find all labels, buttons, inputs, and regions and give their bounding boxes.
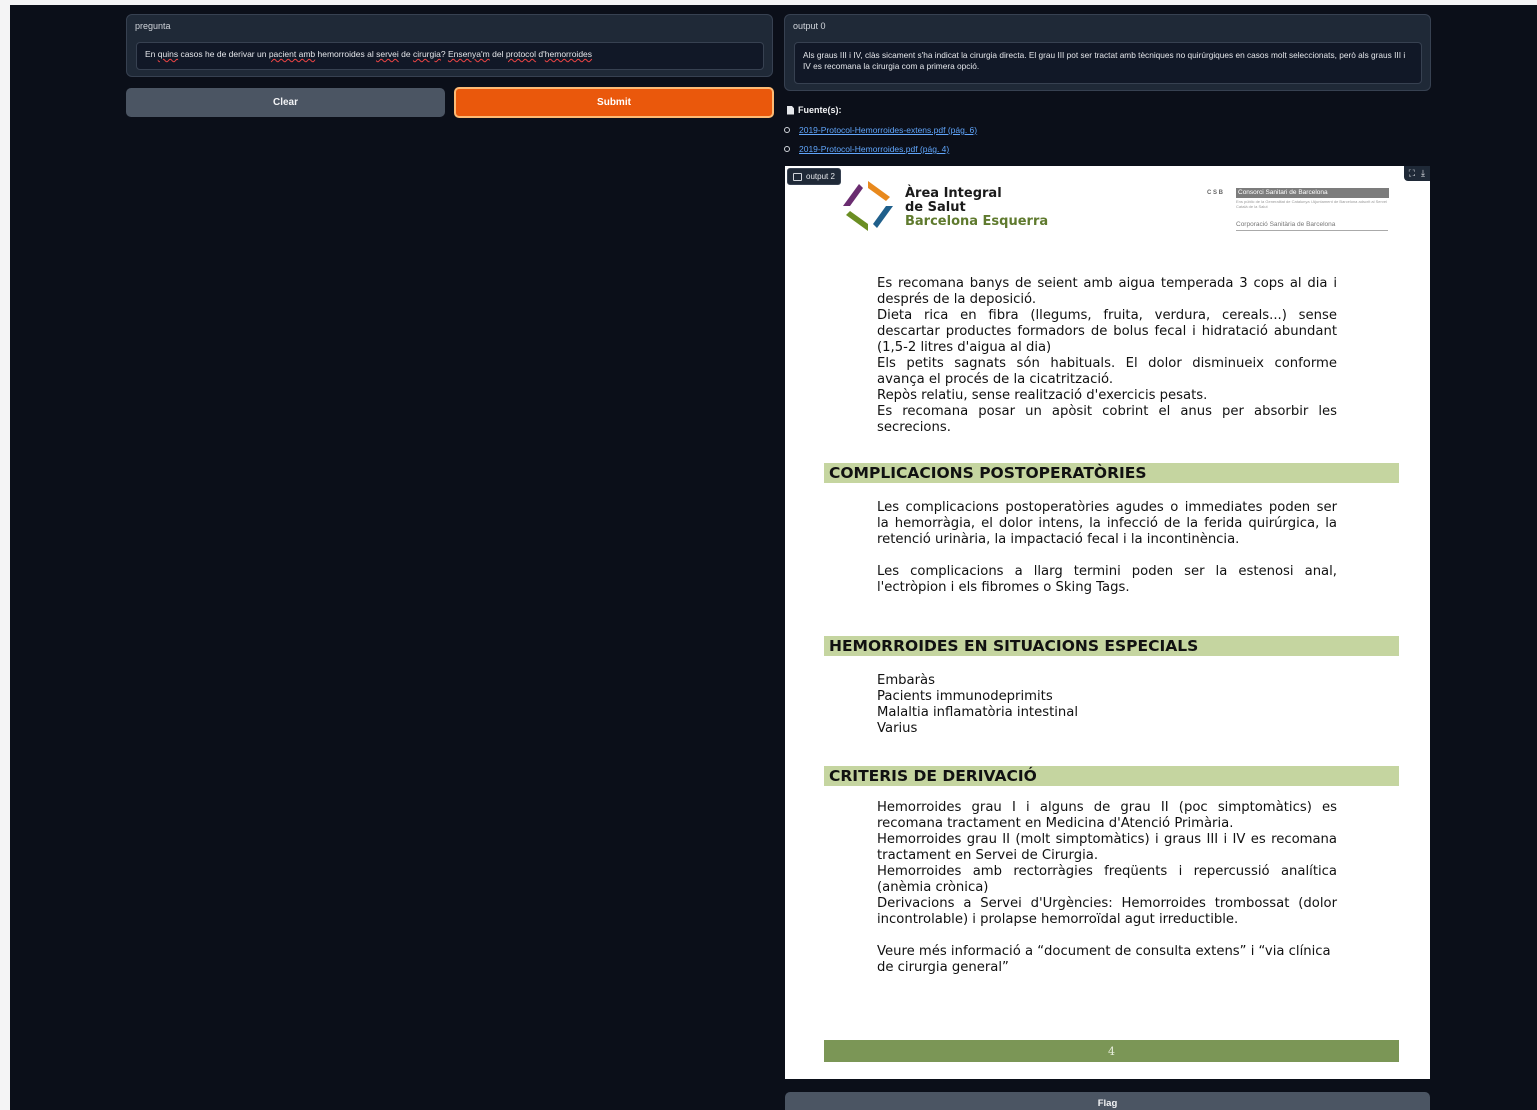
fullscreen-icon[interactable]: ⛶ <box>1409 168 1415 179</box>
output2-image-panel: Àrea Integral de Salut Barcelona Esquerr… <box>785 166 1430 1079</box>
source-link[interactable]: 2019-Protocol-Hemorroides.pdf (pág. 4) <box>784 144 977 154</box>
csb-title: Consorci Sanitari de Barcelona <box>1236 188 1389 198</box>
corp-name: Corporació Sanitària de Barcelona <box>1236 221 1388 231</box>
output0-label: output 0 <box>793 21 826 31</box>
org-name: Àrea Integral de Salut Barcelona Esquerr… <box>905 186 1049 229</box>
question-input[interactable]: En quins casos he de derivar un pacient … <box>136 42 764 70</box>
output2-label: output 2 <box>787 168 841 185</box>
image-toolbar: ⛶ ⤓ <box>1403 166 1430 181</box>
source-link[interactable]: 2019-Protocol-Hemorroides-extens.pdf (pá… <box>784 125 977 135</box>
page-footer: 4 <box>824 1040 1399 1062</box>
section-derivacio-body: Hemorroides grau I i alguns de grau II (… <box>877 800 1337 975</box>
app-root: pregunta En quins casos he de derivar un… <box>10 5 1537 1110</box>
aisbe-logo-icon <box>843 181 893 231</box>
csb-mark: C S B <box>1207 190 1224 196</box>
section-situacions-list: Embaràs Pacients immunodeprimits Malalti… <box>877 673 1079 736</box>
section-situacions-title: HEMORROIDES EN SITUACIONS ESPECIALS <box>824 636 1399 656</box>
section-derivacio-title: CRITERIS DE DERIVACIÓ <box>824 766 1399 786</box>
section-complicacions-body: Les complicacions postoperatòries agudes… <box>877 500 1337 595</box>
section-complicacions-title: COMPLICACIONS POSTOPERATÒRIES <box>824 463 1399 483</box>
sources-list: 2019-Protocol-Hemorroides-extens.pdf (pá… <box>784 125 977 163</box>
output0-panel: output 0 Als graus III i IV, clàs sicame… <box>784 14 1431 91</box>
document-page: Àrea Integral de Salut Barcelona Esquerr… <box>785 166 1430 1079</box>
download-icon[interactable]: ⤓ <box>1421 168 1425 179</box>
flag-button[interactable]: Flag <box>785 1092 1430 1110</box>
question-label: pregunta <box>135 21 171 31</box>
intro-text: Es recomana banys de seient amb aigua te… <box>877 276 1337 435</box>
document-icon <box>787 105 794 115</box>
image-icon <box>793 172 802 181</box>
question-panel: pregunta En quins casos he de derivar un… <box>126 14 773 77</box>
submit-button[interactable]: Submit <box>454 87 774 118</box>
output0-textbox[interactable]: Als graus III i IV, clàs sicament s'ha i… <box>794 42 1422 84</box>
csb-subtitle: Ens públic de la Generalitat de Cataluny… <box>1236 199 1387 209</box>
clear-button[interactable]: Clear <box>126 88 445 117</box>
sources-heading: Fuente(s): <box>787 105 842 115</box>
